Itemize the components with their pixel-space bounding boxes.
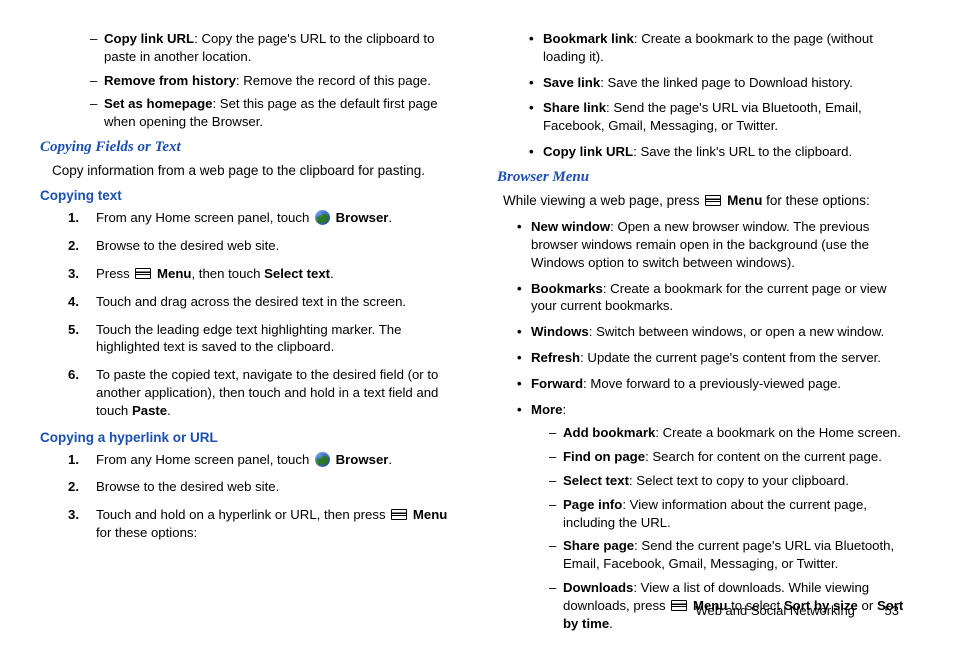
browser-icon bbox=[315, 210, 330, 225]
step-item: 1.From any Home screen panel, touch Brow… bbox=[68, 451, 457, 469]
list-item: Copy link URL: Save the link's URL to th… bbox=[529, 143, 914, 161]
menu-icon bbox=[391, 509, 407, 520]
step-item: 4.Touch and drag across the desired text… bbox=[68, 293, 457, 311]
browser-menu-list: New window: Open a new browser window. T… bbox=[517, 218, 914, 638]
intro-paragraph: Copy information from a web page to the … bbox=[52, 162, 457, 180]
link-options-list: Bookmark link: Create a bookmark to the … bbox=[529, 30, 914, 161]
heading-browser-menu: Browser Menu bbox=[497, 169, 914, 186]
menu-icon bbox=[705, 195, 721, 206]
heading-copying-fields: Copying Fields or Text bbox=[40, 139, 457, 156]
list-item: Add bookmark: Create a bookmark on the H… bbox=[549, 424, 914, 442]
steps-copying-url: 1.From any Home screen panel, touch Brow… bbox=[68, 451, 457, 542]
heading-copying-hyperlink: Copying a hyperlink or URL bbox=[40, 430, 457, 445]
footer-title: Web and Social Networking bbox=[695, 603, 854, 618]
top-dash-list: Copy link URL: Copy the page's URL to th… bbox=[90, 30, 457, 131]
list-item: Page info: View information about the cu… bbox=[549, 496, 914, 532]
page-footer: Web and Social Networking 53 bbox=[695, 603, 899, 618]
left-column: Copy link URL: Copy the page's URL to th… bbox=[40, 28, 457, 647]
step-item: 3.Press Menu, then touch Select text. bbox=[68, 265, 457, 283]
right-column: Bookmark link: Create a bookmark to the … bbox=[497, 28, 914, 647]
step-item: 5.Touch the leading edge text highlighti… bbox=[68, 321, 457, 357]
list-item: Refresh: Update the current page's conte… bbox=[517, 349, 914, 367]
more-sublist: Add bookmark: Create a bookmark on the H… bbox=[549, 424, 914, 632]
list-item: Select text: Select text to copy to your… bbox=[549, 472, 914, 490]
list-item: Bookmark link: Create a bookmark to the … bbox=[529, 30, 914, 66]
browser-icon bbox=[315, 452, 330, 467]
browser-menu-intro: While viewing a web page, press Menu for… bbox=[503, 192, 914, 210]
step-item: 1.From any Home screen panel, touch Brow… bbox=[68, 209, 457, 227]
steps-copying-text: 1.From any Home screen panel, touch Brow… bbox=[68, 209, 457, 419]
list-item: Bookmarks: Create a bookmark for the cur… bbox=[517, 280, 914, 316]
list-item: Share page: Send the current page's URL … bbox=[549, 537, 914, 573]
list-item: Share link: Send the page's URL via Blue… bbox=[529, 99, 914, 135]
step-item: 2.Browse to the desired web site. bbox=[68, 478, 457, 496]
menu-icon bbox=[135, 268, 151, 279]
list-item: Save link: Save the linked page to Downl… bbox=[529, 74, 914, 92]
step-item: 6.To paste the copied text, navigate to … bbox=[68, 366, 457, 419]
step-item: 3.Touch and hold on a hyperlink or URL, … bbox=[68, 506, 457, 542]
list-item: Set as homepage: Set this page as the de… bbox=[90, 95, 457, 131]
content-columns: Copy link URL: Copy the page's URL to th… bbox=[40, 28, 914, 647]
page-number: 53 bbox=[885, 603, 899, 618]
list-item: Copy link URL: Copy the page's URL to th… bbox=[90, 30, 457, 66]
heading-copying-text: Copying text bbox=[40, 188, 457, 203]
list-item: Find on page: Search for content on the … bbox=[549, 448, 914, 466]
list-item: New window: Open a new browser window. T… bbox=[517, 218, 914, 271]
menu-icon bbox=[671, 600, 687, 611]
list-item: Forward: Move forward to a previously-vi… bbox=[517, 375, 914, 393]
list-item: Windows: Switch between windows, or open… bbox=[517, 323, 914, 341]
list-item: Remove from history: Remove the record o… bbox=[90, 72, 457, 90]
step-item: 2.Browse to the desired web site. bbox=[68, 237, 457, 255]
